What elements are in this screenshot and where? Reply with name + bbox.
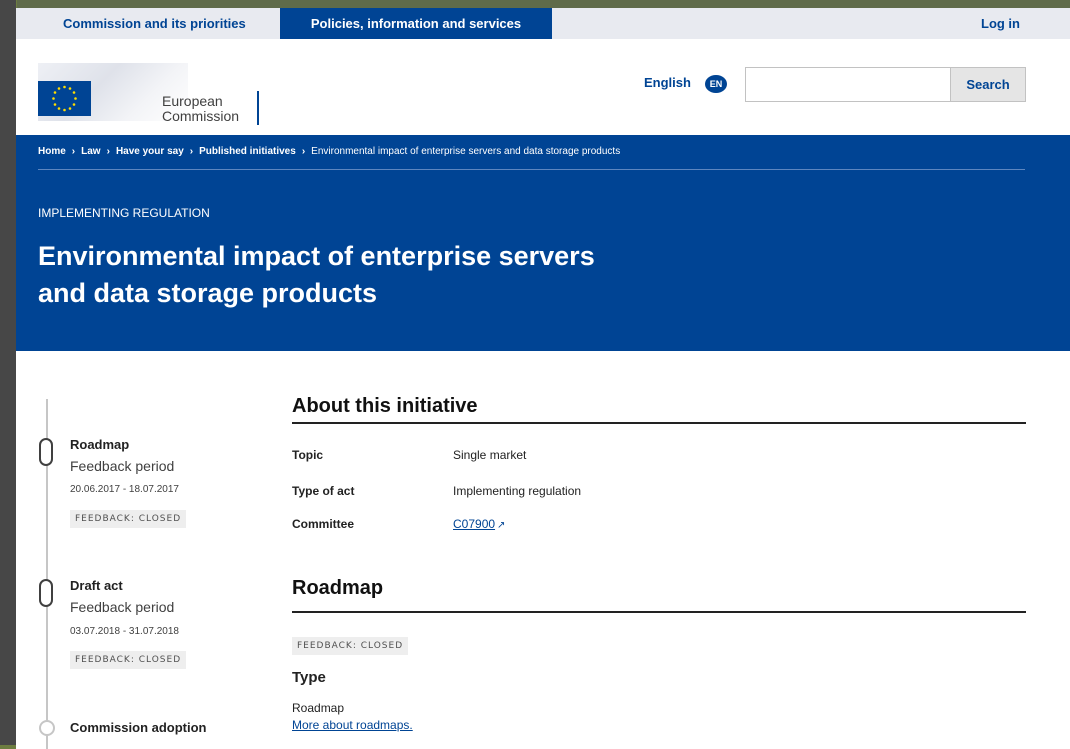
- language-code-icon[interactable]: EN: [705, 75, 727, 93]
- breadcrumb-have-your-say[interactable]: Have your say: [116, 146, 184, 157]
- logo-org-name: European Commission: [162, 94, 239, 124]
- nav-policies-information-services[interactable]: Policies, information and services: [280, 8, 552, 46]
- banner-divider: [38, 169, 1025, 170]
- topic-value: Single market: [453, 448, 527, 462]
- timeline-step-title[interactable]: Commission adoption: [70, 720, 207, 735]
- timeline-step-title[interactable]: Draft act: [70, 578, 123, 593]
- logo-org-name-line1: European: [162, 93, 223, 109]
- initiative-timeline: Roadmap Feedback period 20.06.2017 - 18.…: [16, 351, 266, 749]
- page-title-line2: and data storage products: [38, 278, 378, 308]
- breadcrumb-separator-icon: ›: [189, 146, 194, 157]
- type-of-act-value: Implementing regulation: [453, 484, 582, 498]
- page-banner: Home › Law › Have your say › Published initiat…: [16, 135, 1070, 351]
- breadcrumb-separator-icon: ›: [106, 146, 110, 157]
- type-heading: Type: [292, 669, 326, 686]
- nav-policies-label: Policies, information and services: [310, 16, 522, 31]
- logo-divider-bar: [257, 91, 259, 125]
- roadmap-heading-rule: [292, 611, 1026, 613]
- committee-label: Committee: [292, 517, 355, 531]
- site-header: European Commission English EN Search: [16, 39, 1070, 135]
- login-link[interactable]: Log in: [981, 8, 1020, 39]
- timeline-node-icon: [39, 579, 53, 607]
- committee-link[interactable]: C07900: [453, 517, 495, 531]
- status-badge: FEEDBACK: CLOSED: [70, 651, 187, 669]
- european-commission-logo[interactable]: European Commission: [38, 63, 263, 125]
- external-link-icon[interactable]: ↗: [497, 520, 505, 531]
- breadcrumb-home[interactable]: Home: [38, 146, 66, 157]
- type-of-act-label: Type of act: [292, 484, 355, 498]
- desktop-frame-top: [0, 0, 1070, 8]
- timeline-dot-icon: [39, 720, 55, 736]
- status-badge: FEEDBACK: CLOSED: [70, 510, 187, 528]
- breadcrumb-current: Environmental impact of enterprise serve…: [311, 146, 621, 157]
- timeline-step-subtitle: Feedback period: [70, 599, 175, 615]
- type-value: Roadmap: [292, 701, 345, 715]
- breadcrumb-separator-icon: ›: [71, 146, 76, 157]
- document-type-label: IMPLEMENTING REGULATION: [38, 206, 210, 220]
- timeline-step-dates: 03.07.2018 - 31.07.2018: [70, 626, 179, 637]
- topic-label: Topic: [292, 448, 324, 462]
- timeline-step-dates: 20.06.2017 - 18.07.2017: [70, 484, 179, 495]
- timeline-step-title[interactable]: Roadmap: [70, 437, 129, 452]
- eu-flag-icon: [38, 81, 91, 116]
- status-badge: FEEDBACK: CLOSED: [292, 637, 409, 655]
- breadcrumb: Home › Law › Have your say › Published initiat…: [38, 146, 620, 157]
- about-heading-rule: [292, 422, 1026, 424]
- committee-value: C07900 ↗: [453, 517, 505, 531]
- logo-org-name-line2: Commission: [162, 108, 240, 124]
- page-title: Environmental impact of enterprise serve…: [38, 238, 798, 312]
- search-input[interactable]: [745, 67, 950, 102]
- top-navigation: Commission and its priorities Policies, …: [16, 8, 1070, 46]
- about-heading: About this initiative: [292, 395, 478, 417]
- timeline-step-subtitle: Feedback period: [70, 458, 175, 474]
- search-button[interactable]: Search: [950, 67, 1026, 102]
- main-content: About this initiative Topic Single marke…: [292, 351, 1026, 749]
- browser-page: Commission and its priorities Policies, …: [16, 8, 1070, 749]
- more-about-roadmaps-link[interactable]: More about roadmaps.: [292, 718, 413, 732]
- breadcrumb-published-initiatives[interactable]: Published initiatives: [199, 146, 296, 157]
- nav-commission-priorities[interactable]: Commission and its priorities: [63, 8, 246, 39]
- roadmap-heading: Roadmap: [292, 577, 384, 599]
- breadcrumb-law[interactable]: Law: [81, 146, 100, 157]
- desktop-frame-left: [0, 0, 17, 749]
- breadcrumb-separator-icon: ›: [301, 146, 306, 157]
- page-title-line1: Environmental impact of enterprise serve…: [38, 241, 595, 271]
- language-selector-label[interactable]: English: [644, 75, 691, 90]
- timeline-node-icon: [39, 438, 53, 466]
